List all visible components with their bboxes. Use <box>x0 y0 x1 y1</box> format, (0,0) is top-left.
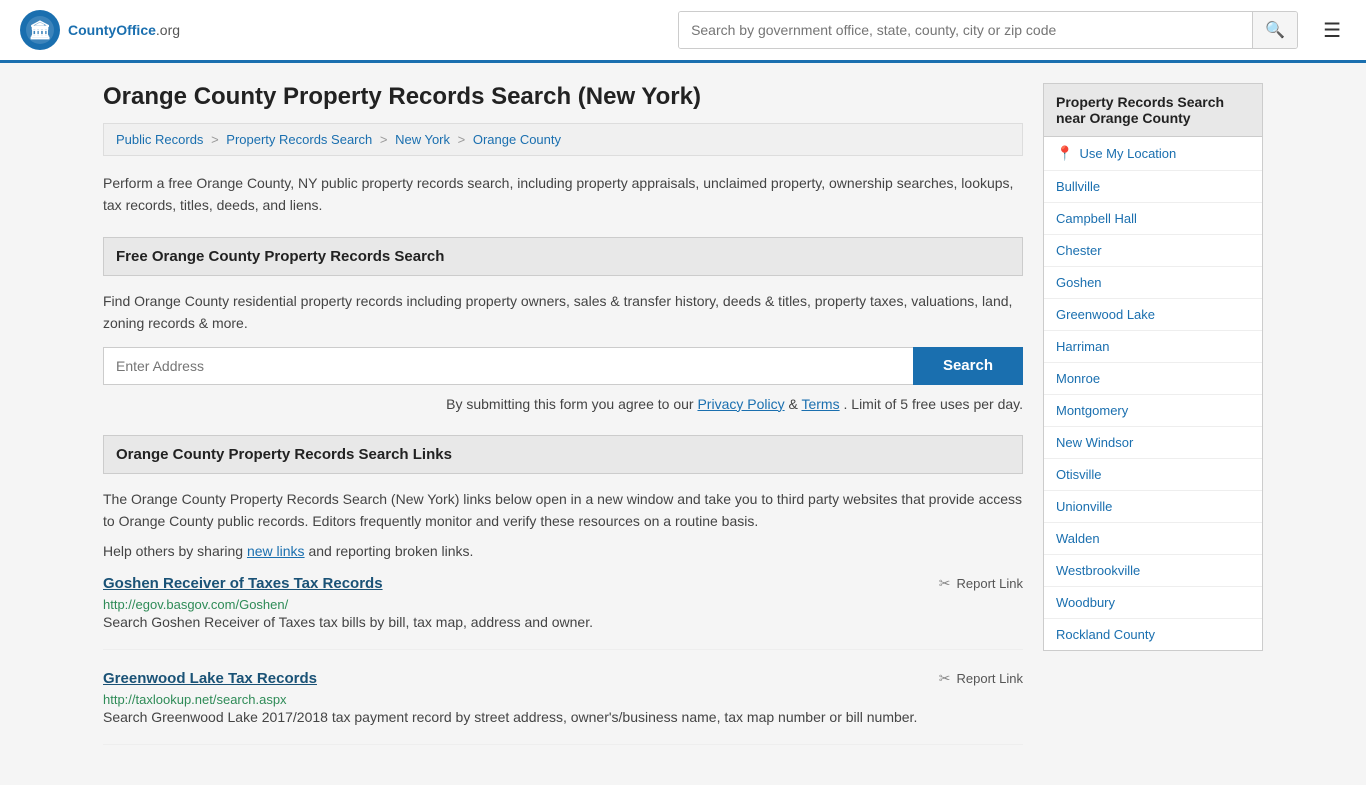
sidebar: Property Records Search near Orange Coun… <box>1043 83 1263 765</box>
sidebar-location-item[interactable]: Rockland County <box>1044 619 1262 650</box>
sidebar-location-link-3[interactable]: Goshen <box>1056 275 1102 290</box>
sidebar-location-item[interactable]: Bullville <box>1044 171 1262 203</box>
content-area: Orange County Property Records Search (N… <box>103 83 1023 765</box>
free-search-body: Find Orange County residential property … <box>103 290 1023 335</box>
address-search-row: Search <box>103 347 1023 385</box>
sidebar-location-link-4[interactable]: Greenwood Lake <box>1056 307 1155 322</box>
sidebar-heading: Property Records Search near Orange Coun… <box>1043 83 1263 137</box>
breadcrumb: Public Records > Property Records Search… <box>103 123 1023 156</box>
sidebar-location-link-9[interactable]: Otisville <box>1056 467 1102 482</box>
record-url-1[interactable]: http://taxlookup.net/search.aspx <box>103 692 287 707</box>
record-desc-0: Search Goshen Receiver of Taxes tax bill… <box>103 612 1023 633</box>
breadcrumb-new-york[interactable]: New York <box>395 132 450 147</box>
sidebar-location-item[interactable]: Chester <box>1044 235 1262 267</box>
sidebar-location-link-2[interactable]: Chester <box>1056 243 1102 258</box>
hamburger-button[interactable]: ☰ <box>1318 13 1346 48</box>
record-item: Goshen Receiver of Taxes Tax Records ✂ R… <box>103 575 1023 650</box>
sidebar-location-item[interactable]: Monroe <box>1044 363 1262 395</box>
breadcrumb-orange-county[interactable]: Orange County <box>473 132 561 147</box>
breadcrumb-public-records[interactable]: Public Records <box>116 132 203 147</box>
svg-text:🏛: 🏛 <box>29 20 52 40</box>
page-title: Orange County Property Records Search (N… <box>103 83 1023 111</box>
breadcrumb-property-records-search[interactable]: Property Records Search <box>226 132 372 147</box>
sidebar-location-link-8[interactable]: New Windsor <box>1056 435 1133 450</box>
report-icon-1: ✂ <box>939 670 951 687</box>
use-my-location-link[interactable]: Use My Location <box>1079 146 1176 161</box>
search-icon: 🔍 <box>1265 22 1285 39</box>
sidebar-location-link-10[interactable]: Unionville <box>1056 499 1112 514</box>
links-intro: The Orange County Property Records Searc… <box>103 488 1023 533</box>
report-link-label-0: Report Link <box>957 576 1023 591</box>
free-search-section: Free Orange County Property Records Sear… <box>103 237 1023 415</box>
record-desc-1: Search Greenwood Lake 2017/2018 tax paym… <box>103 707 1023 728</box>
sidebar-location-link-5[interactable]: Harriman <box>1056 339 1109 354</box>
logo-text: CountyOffice.org <box>68 22 180 38</box>
sidebar-location-item[interactable]: Westbrookville <box>1044 555 1262 587</box>
address-input[interactable] <box>103 347 913 385</box>
report-link-button-0[interactable]: ✂ Report Link <box>939 575 1023 592</box>
sidebar-location-item[interactable]: Greenwood Lake <box>1044 299 1262 331</box>
sidebar-location-item[interactable]: Harriman <box>1044 331 1262 363</box>
privacy-policy-link[interactable]: Privacy Policy <box>697 396 784 412</box>
sidebar-location-item[interactable]: Walden <box>1044 523 1262 555</box>
sidebar-location-link-14[interactable]: Rockland County <box>1056 627 1155 642</box>
record-title-0[interactable]: Goshen Receiver of Taxes Tax Records <box>103 575 383 592</box>
sidebar-location-link-13[interactable]: Woodbury <box>1056 595 1115 610</box>
breadcrumb-sep-1: > <box>211 132 222 147</box>
terms-link[interactable]: Terms <box>801 396 839 412</box>
links-section-heading: Orange County Property Records Search Li… <box>103 435 1023 474</box>
limit-text: . Limit of 5 free uses per day. <box>844 396 1024 412</box>
sidebar-location-link-7[interactable]: Montgomery <box>1056 403 1128 418</box>
sidebar-location-item[interactable]: Montgomery <box>1044 395 1262 427</box>
sidebar-location-link-6[interactable]: Monroe <box>1056 371 1100 386</box>
sidebar-location-link-11[interactable]: Walden <box>1056 531 1100 546</box>
record-item-header: Goshen Receiver of Taxes Tax Records ✂ R… <box>103 575 1023 592</box>
header-search-container: 🔍 <box>678 11 1298 49</box>
sidebar-location-link-12[interactable]: Westbrookville <box>1056 563 1140 578</box>
search-button[interactable]: Search <box>913 347 1023 385</box>
report-icon-0: ✂ <box>939 575 951 592</box>
hamburger-icon: ☰ <box>1323 20 1341 42</box>
record-title-1[interactable]: Greenwood Lake Tax Records <box>103 670 317 687</box>
free-search-heading: Free Orange County Property Records Sear… <box>103 237 1023 276</box>
sidebar-location-item[interactable]: Campbell Hall <box>1044 203 1262 235</box>
sidebar-location-item[interactable]: Unionville <box>1044 491 1262 523</box>
breadcrumb-sep-3: > <box>458 132 469 147</box>
breadcrumb-sep-2: > <box>380 132 391 147</box>
sidebar-location-link-1[interactable]: Campbell Hall <box>1056 211 1137 226</box>
sidebar-location-list: Bullville Campbell Hall Chester Goshen Green… <box>1044 171 1262 650</box>
logo[interactable]: 🏛 CountyOffice.org <box>20 10 180 50</box>
new-links-link[interactable]: new links <box>247 543 305 559</box>
page-description: Perform a free Orange County, NY public … <box>103 172 1023 217</box>
sidebar-location-item[interactable]: Woodbury <box>1044 587 1262 619</box>
record-item-header: Greenwood Lake Tax Records ✂ Report Link <box>103 670 1023 687</box>
report-link-label-1: Report Link <box>957 671 1023 686</box>
links-section: Orange County Property Records Search Li… <box>103 435 1023 745</box>
sidebar-location-link-0[interactable]: Bullville <box>1056 179 1100 194</box>
terms-text: By submitting this form you agree to our… <box>103 393 1023 415</box>
header-search-input[interactable] <box>679 12 1252 48</box>
links-help: Help others by sharing new links and rep… <box>103 543 1023 559</box>
record-url-0[interactable]: http://egov.basgov.com/Goshen/ <box>103 597 288 612</box>
header: 🏛 CountyOffice.org 🔍 ☰ <box>0 0 1366 63</box>
main-container: Orange County Property Records Search (N… <box>83 63 1283 785</box>
report-link-button-1[interactable]: ✂ Report Link <box>939 670 1023 687</box>
record-list: Goshen Receiver of Taxes Tax Records ✂ R… <box>103 575 1023 745</box>
logo-icon: 🏛 <box>20 10 60 50</box>
sidebar-location-item[interactable]: Goshen <box>1044 267 1262 299</box>
sidebar-use-my-location[interactable]: 📍 Use My Location <box>1044 137 1262 171</box>
sidebar-list: 📍 Use My Location Bullville Campbell Hall… <box>1043 137 1263 651</box>
sidebar-location-item[interactable]: New Windsor <box>1044 427 1262 459</box>
location-pin-icon: 📍 <box>1056 145 1073 162</box>
record-item: Greenwood Lake Tax Records ✂ Report Link… <box>103 670 1023 745</box>
header-search-button[interactable]: 🔍 <box>1252 12 1297 48</box>
sidebar-location-item[interactable]: Otisville <box>1044 459 1262 491</box>
